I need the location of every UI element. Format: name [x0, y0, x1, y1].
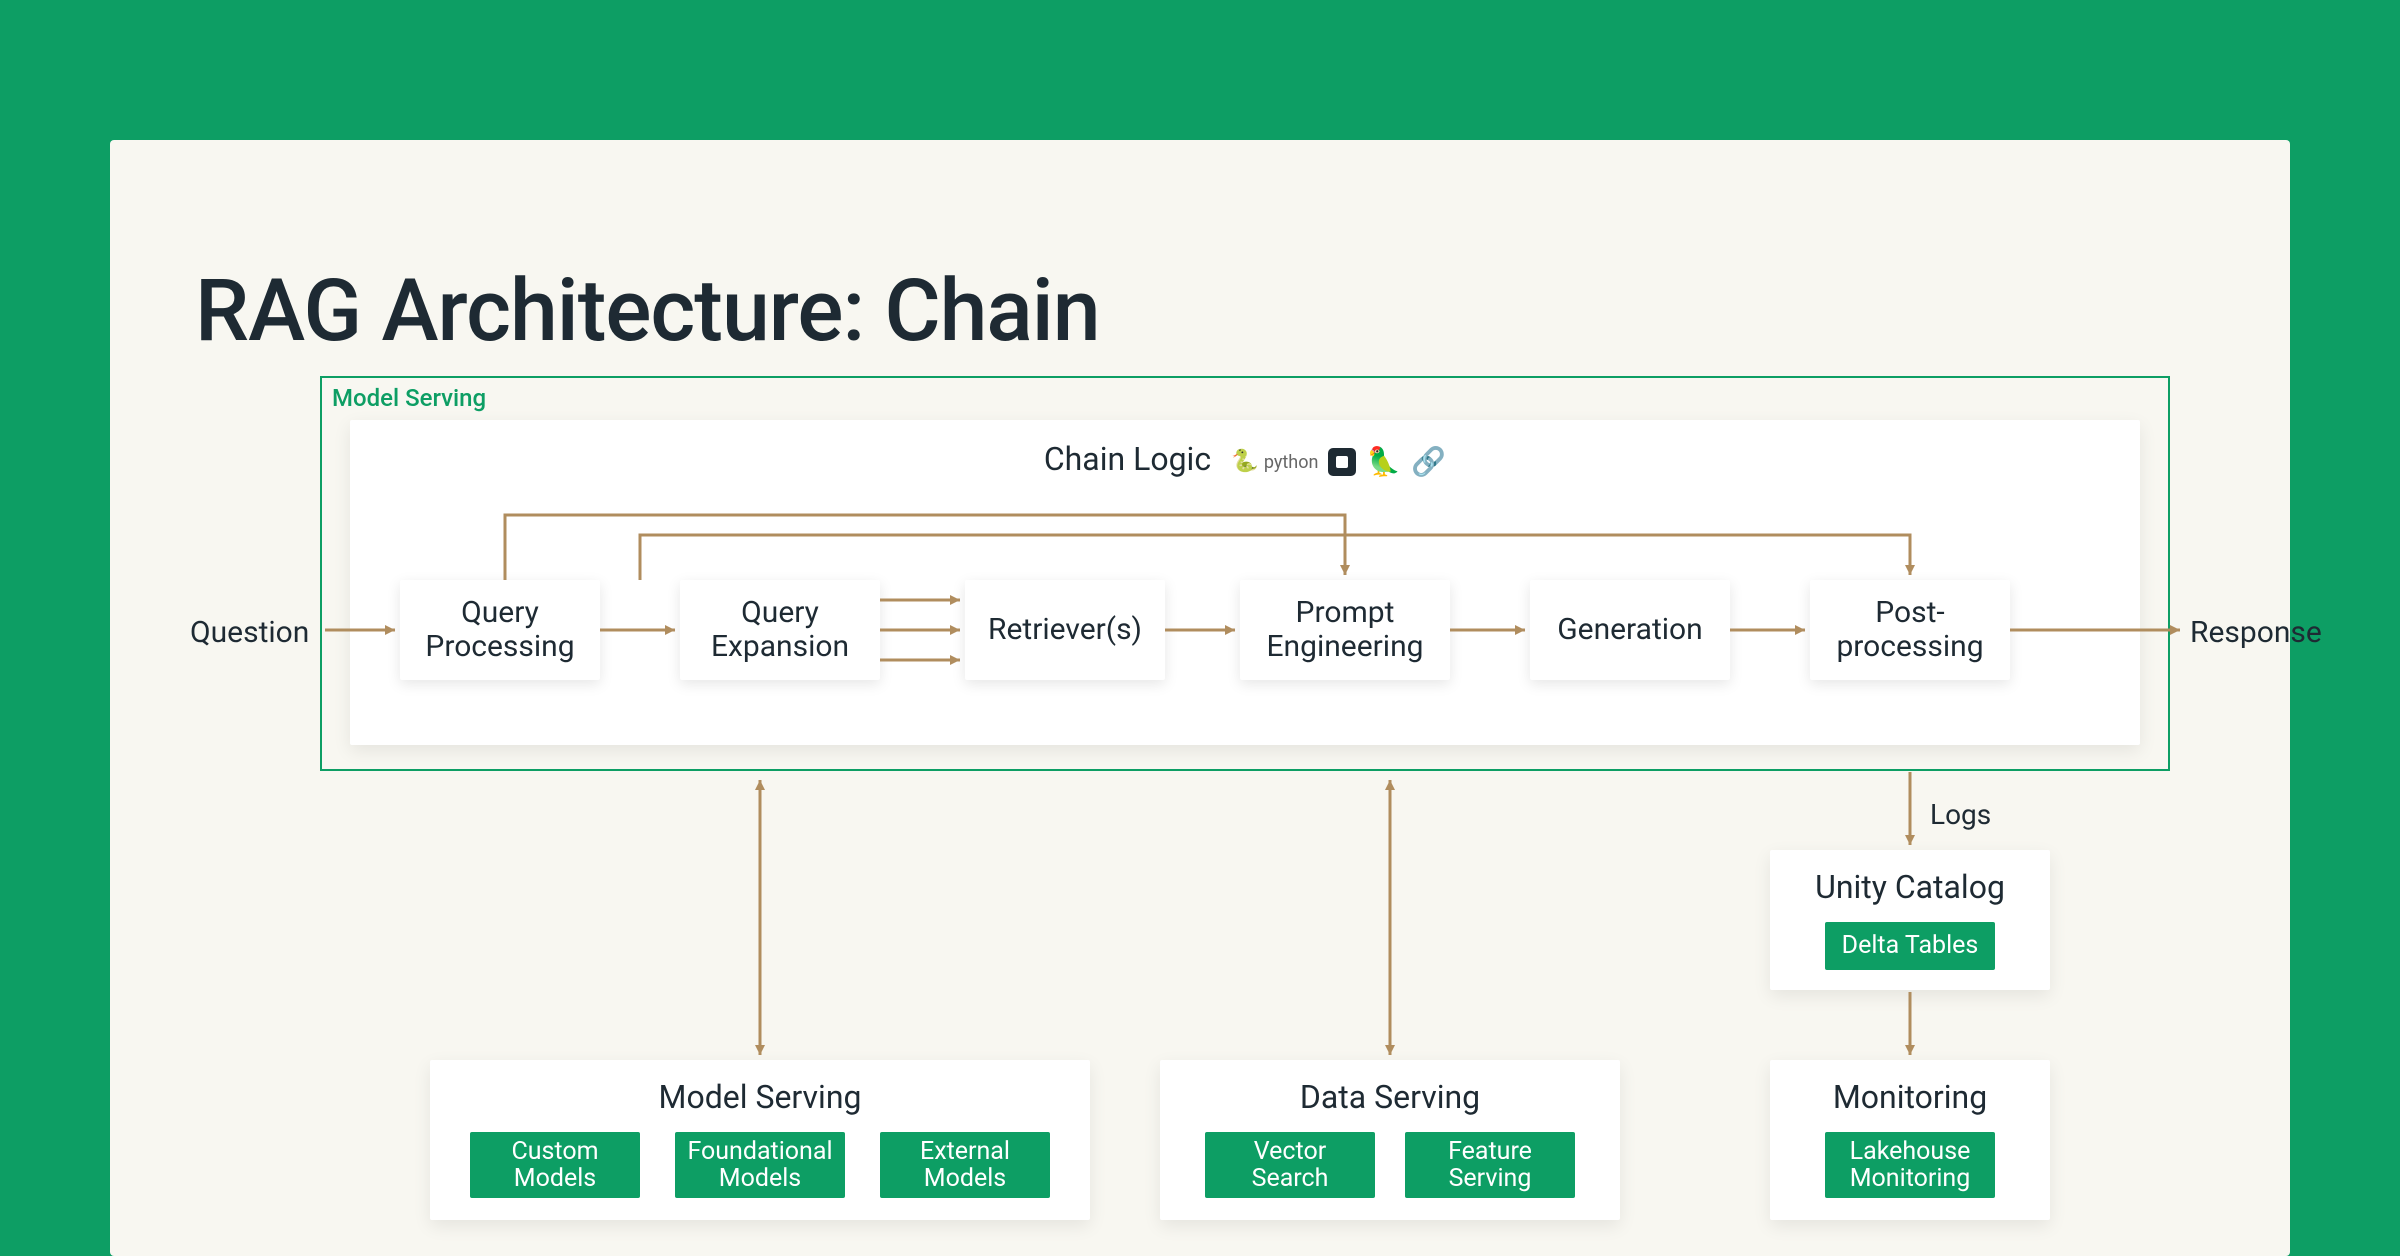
- link-icon: 🔗: [1411, 445, 1446, 478]
- parrot-icon: 🦜: [1366, 445, 1401, 478]
- stage-query-expansion: Query Expansion: [680, 580, 880, 680]
- unity-catalog-box: Unity Catalog Delta Tables: [1770, 850, 2050, 990]
- unity-catalog-title: Unity Catalog: [1770, 868, 2050, 906]
- model-serving-label: Model Serving: [332, 384, 486, 412]
- python-icon: 🐍 python: [1231, 449, 1318, 474]
- delta-tables-chip: Delta Tables: [1825, 922, 1995, 970]
- chain-logic-title: Chain Logic 🐍 python 🦜 🔗: [350, 440, 2140, 478]
- diagram-title: RAG Architecture: Chain: [195, 260, 1100, 361]
- monitoring-title: Monitoring: [1770, 1078, 2050, 1116]
- input-label: Question: [190, 615, 309, 650]
- diagram-canvas: RAG Architecture: Chain Model Serving Ch…: [110, 140, 2290, 1256]
- monitoring-box: Monitoring Lakehouse Monitoring: [1770, 1060, 2050, 1220]
- foundational-models-chip: Foundational Models: [675, 1132, 845, 1198]
- vector-search-chip: Vector Search: [1205, 1132, 1375, 1198]
- logo-square-icon: [1328, 448, 1356, 476]
- model-serving-group-box: Model Serving Custom Models Foundational…: [430, 1060, 1090, 1220]
- feature-serving-chip: Feature Serving: [1405, 1132, 1575, 1198]
- chain-logic-label: Chain Logic: [1044, 440, 1211, 478]
- external-models-chip: External Models: [880, 1132, 1050, 1198]
- stage-post-processing: Post- processing: [1810, 580, 2010, 680]
- data-serving-group-title: Data Serving: [1160, 1078, 1620, 1116]
- data-serving-group-box: Data Serving Vector Search Feature Servi…: [1160, 1060, 1620, 1220]
- custom-models-chip: Custom Models: [470, 1132, 640, 1198]
- stage-query-processing: Query Processing: [400, 580, 600, 680]
- stage-prompt-engineering: Prompt Engineering: [1240, 580, 1450, 680]
- output-label: Response: [2190, 615, 2322, 650]
- lakehouse-monitoring-chip: Lakehouse Monitoring: [1825, 1132, 1995, 1198]
- chain-logic-icons: 🐍 python 🦜 🔗: [1231, 445, 1446, 478]
- stage-generation: Generation: [1530, 580, 1730, 680]
- logs-label: Logs: [1930, 798, 1991, 831]
- model-serving-group-title: Model Serving: [430, 1078, 1090, 1116]
- stage-retriever: Retriever(s): [965, 580, 1165, 680]
